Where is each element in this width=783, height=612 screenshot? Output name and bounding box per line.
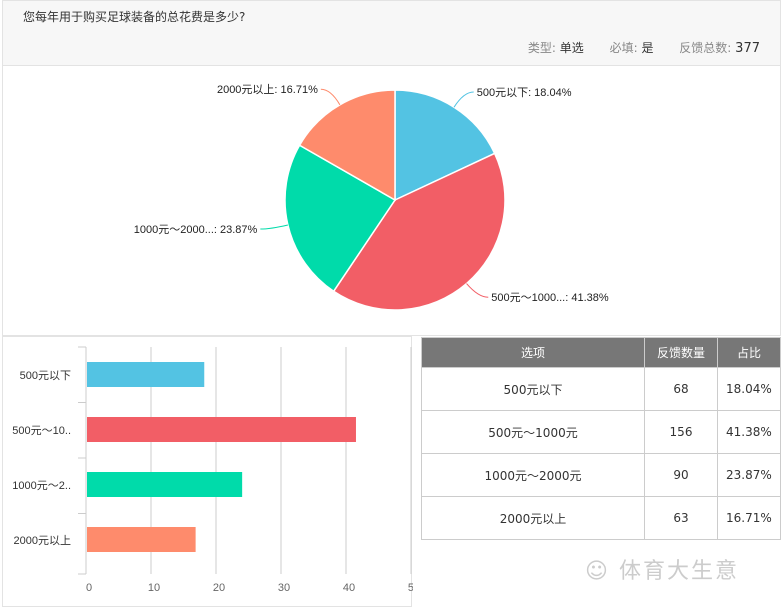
pie-leader-line <box>466 283 489 298</box>
col-percent: 占比 <box>717 337 781 368</box>
pie-leader-line <box>453 91 474 108</box>
percent-cell: 41.38% <box>717 410 781 454</box>
pie-leader-line <box>320 88 341 106</box>
x-tick-label: 30 <box>278 582 290 594</box>
total-value: 377 <box>735 41 760 56</box>
required-label: 必填: <box>609 41 638 55</box>
total-label: 反馈总数: <box>679 41 732 55</box>
pie-chart-panel: 500元以下: 18.04% 500元～1000...: 41.38% 1000元～… <box>2 66 781 336</box>
x-tick-label: 40 <box>343 582 355 594</box>
pie-slice-label: 2000元以上: 16.71% <box>217 83 318 96</box>
question-title: 您每年用于购买足球装备的总花费是多少? <box>23 10 246 24</box>
option-cell: 2000元以上 <box>421 496 645 540</box>
bar <box>87 417 356 442</box>
x-tick-label: 10 <box>148 582 160 594</box>
col-option: 选项 <box>421 337 645 368</box>
bar-chart-panel: 0 10 20 30 40 50 500元以下 500元～10.. 1000元～2.. 2000元… <box>2 336 420 607</box>
option-cell: 500元～1000元 <box>421 410 645 454</box>
x-tick-label: 0 <box>86 582 92 594</box>
question-header: 您每年用于购买足球装备的总花费是多少? 类型: 单选 必填: 是 反馈总数: 3… <box>2 0 781 66</box>
table-row: 1000元～2000元 90 23.87% <box>421 453 781 497</box>
results-table: 选项 反馈数量 占比 500元以下 68 18.04% 500元～1000元 156 41… <box>421 337 781 540</box>
option-cell: 1000元～2000元 <box>421 453 645 497</box>
watermark: ☺ 体育大生意 <box>585 553 739 585</box>
percent-cell: 16.71% <box>717 496 781 540</box>
type-label: 类型: <box>527 41 556 55</box>
pie-leader-line <box>260 224 288 230</box>
pie-slice-label: 500元～1000...: 41.38% <box>491 292 609 304</box>
pie-slice-label: 1000元～2000...: 23.87% <box>134 224 258 236</box>
pie-slice-label: 500元以下: 18.04% <box>477 87 572 99</box>
wechat-icon: ☺ <box>585 559 610 584</box>
bar <box>87 472 243 497</box>
count-cell: 90 <box>644 453 718 497</box>
y-category-label: 1000元～2.. <box>12 480 71 492</box>
bar <box>87 362 205 387</box>
x-tick-label: 50 <box>408 582 413 594</box>
col-count: 反馈数量 <box>644 337 718 368</box>
count-cell: 63 <box>644 496 718 540</box>
bar <box>87 527 196 552</box>
count-cell: 156 <box>644 410 718 454</box>
count-cell: 68 <box>644 367 718 411</box>
y-category-label: 500元以下 <box>20 370 71 382</box>
table-row: 2000元以上 63 16.71% <box>421 496 781 540</box>
bar-chart: 0 10 20 30 40 50 500元以下 500元～10.. 1000元～2.. 2000元… <box>12 346 420 594</box>
percent-cell: 23.87% <box>717 453 781 497</box>
table-row: 500元以下 68 18.04% <box>421 367 781 411</box>
pie-chart: 500元以下: 18.04% 500元～1000...: 41.38% 1000元～… <box>134 83 609 311</box>
type-value: 单选 <box>559 41 584 55</box>
x-tick-label: 20 <box>213 582 225 594</box>
option-cell: 500元以下 <box>421 367 645 411</box>
percent-cell: 18.04% <box>717 367 781 411</box>
watermark-text: 体育大生意 <box>618 559 739 584</box>
table-row: 500元～1000元 156 41.38% <box>421 410 781 454</box>
y-category-label: 2000元以上 <box>14 534 71 547</box>
y-category-label: 500元～10.. <box>12 425 71 437</box>
required-value: 是 <box>641 41 654 55</box>
question-meta: 类型: 单选 必填: 是 反馈总数: 377 <box>528 39 760 56</box>
